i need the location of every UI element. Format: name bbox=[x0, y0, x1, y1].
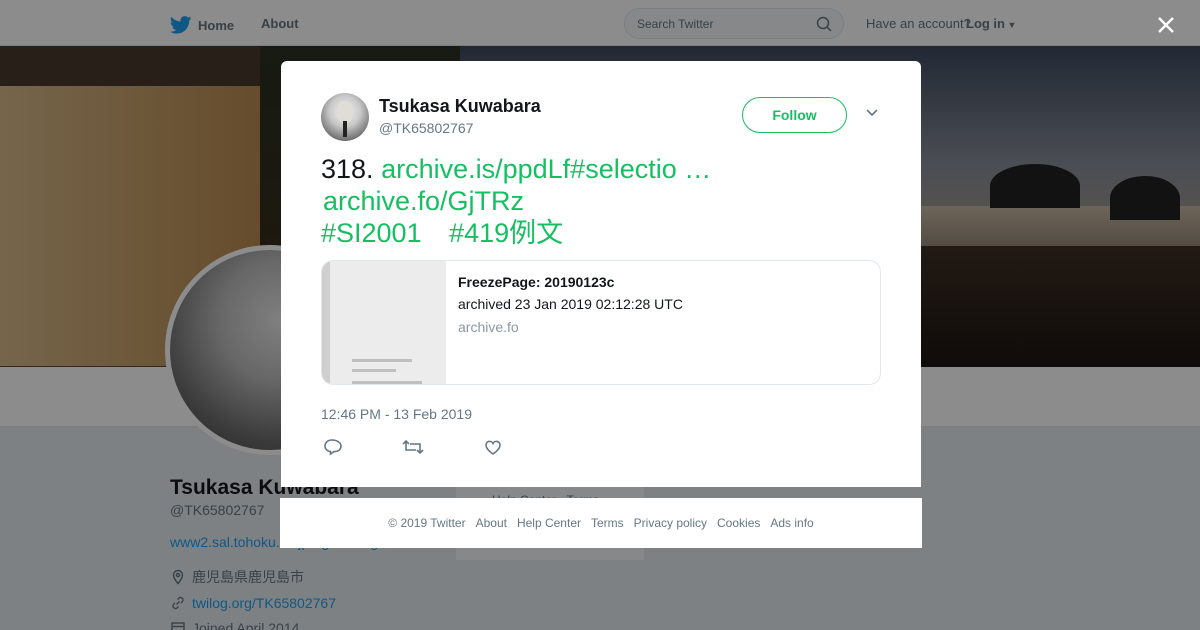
link-card[interactable]: FreezePage: 20190123c archived 23 Jan 20… bbox=[321, 260, 881, 385]
footer-link-cookies[interactable]: Cookies bbox=[717, 516, 760, 530]
card-description: archived 23 Jan 2019 02:12:28 UTC bbox=[458, 296, 683, 312]
close-icon[interactable] bbox=[1152, 11, 1180, 39]
footer-link-terms[interactable]: Terms bbox=[591, 516, 624, 530]
hashtag-419[interactable]: #419例文 bbox=[449, 218, 563, 248]
card-thumbnail bbox=[322, 261, 446, 384]
tweet-text: 318. archive.is/ppdLf#selectio … archive… bbox=[321, 153, 891, 249]
card-thumbnail-line bbox=[352, 381, 422, 384]
follow-button[interactable]: Follow bbox=[742, 97, 847, 133]
retweet-icon[interactable] bbox=[401, 437, 425, 457]
author-name[interactable]: Tsukasa Kuwabara bbox=[379, 96, 541, 117]
hashtag-si2001[interactable]: #SI2001 bbox=[321, 218, 422, 248]
card-title: FreezePage: 20190123c bbox=[458, 274, 615, 290]
tweet-timestamp[interactable]: 12:46 PM - 13 Feb 2019 bbox=[321, 406, 472, 422]
heart-icon[interactable] bbox=[481, 437, 505, 457]
footer-link-about[interactable]: About bbox=[476, 516, 507, 530]
reply-icon[interactable] bbox=[321, 437, 345, 457]
footer-copyright: © 2019 Twitter bbox=[388, 516, 466, 530]
modal-footer: © 2019 Twitter About Help Center Terms P… bbox=[280, 498, 922, 548]
tweet-link-archive-is[interactable]: archive.is/ppdLf#selectio … bbox=[381, 154, 711, 184]
tweet-link-archive-fo[interactable]: archive.fo/GjTRz bbox=[323, 186, 524, 216]
author-avatar[interactable] bbox=[321, 93, 369, 141]
card-thumbnail-page bbox=[330, 261, 446, 384]
footer-link-privacy[interactable]: Privacy policy bbox=[634, 516, 707, 530]
chevron-down-icon[interactable] bbox=[865, 108, 879, 118]
footer-link-help-center[interactable]: Help Center bbox=[517, 516, 581, 530]
card-thumbnail-line bbox=[352, 359, 412, 362]
avatar-face bbox=[337, 101, 353, 123]
tweet-modal: Tsukasa Kuwabara @TK65802767 Follow 318.… bbox=[281, 61, 921, 487]
author-handle[interactable]: @TK65802767 bbox=[379, 120, 473, 136]
card-thumbnail-line bbox=[352, 369, 396, 372]
card-domain: archive.fo bbox=[458, 319, 519, 335]
footer-link-ads-info[interactable]: Ads info bbox=[770, 516, 813, 530]
avatar-tie bbox=[343, 121, 347, 137]
tweet-number: 318. bbox=[321, 154, 374, 184]
